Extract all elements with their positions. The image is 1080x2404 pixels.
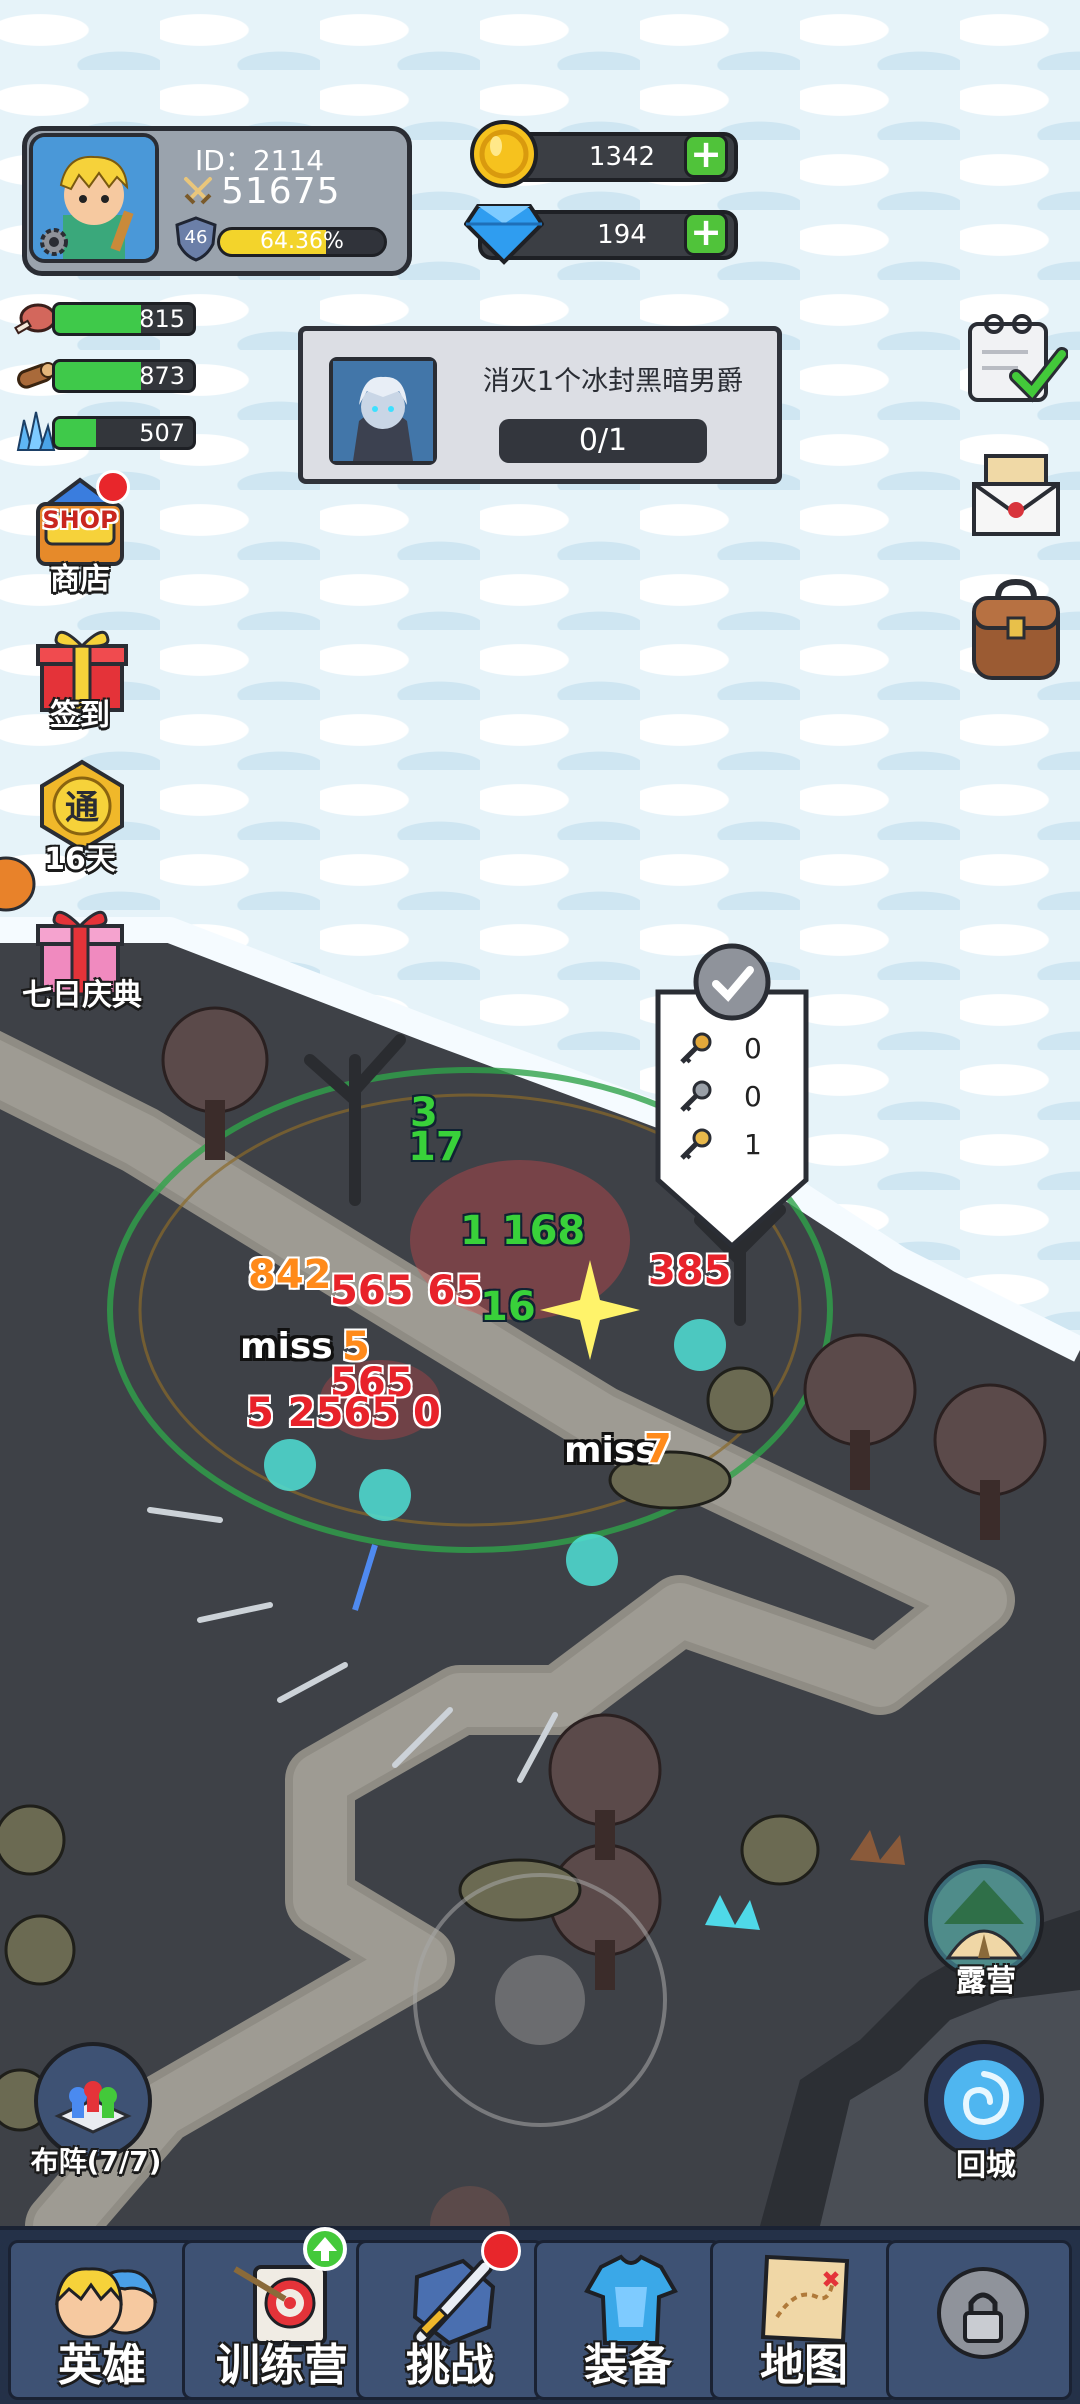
player-info-panel[interactable]: ID：2114 51675 46 64.36% bbox=[22, 126, 412, 276]
nav-locked[interactable] bbox=[886, 2240, 1072, 2400]
damage-number: 385 bbox=[648, 1248, 732, 1294]
pass-badge-text: 通 bbox=[65, 788, 99, 828]
nav-training[interactable]: 训练营 bbox=[182, 2227, 382, 2400]
mail-icon[interactable] bbox=[970, 450, 1062, 540]
seven-day-label[interactable]: 七日庆典 bbox=[0, 970, 164, 1014]
pumpkin-icon bbox=[0, 856, 36, 912]
return-city-label[interactable]: 回城 bbox=[924, 2140, 1048, 2184]
miss-text: miss bbox=[240, 1326, 333, 1367]
quest-boss-portrait bbox=[329, 357, 437, 465]
nav-training-label: 训练营 bbox=[216, 2340, 348, 2391]
damage-number: 842 bbox=[248, 1252, 332, 1298]
camp-label[interactable]: 露营 bbox=[924, 1956, 1048, 2000]
nav-equipment-label: 装备 bbox=[584, 2340, 672, 2391]
nav-challenge-label: 挑战 bbox=[406, 2340, 494, 2391]
task-checklist-icon[interactable] bbox=[964, 312, 1069, 408]
combat-power: 51675 bbox=[221, 171, 341, 212]
damage-number: 1 168 bbox=[460, 1208, 586, 1254]
meat-bar: 815 bbox=[52, 302, 196, 336]
dark-baron-icon bbox=[333, 361, 433, 461]
nav-map-label: 地图 bbox=[760, 2340, 848, 2391]
miss-text: miss bbox=[564, 1430, 657, 1471]
exp-percent: 64.36% bbox=[260, 229, 344, 254]
diamond-icon bbox=[463, 200, 545, 266]
silver-key-icon bbox=[678, 1080, 712, 1114]
crystal-amount: 507 bbox=[139, 419, 185, 447]
crystal-icon bbox=[10, 410, 58, 454]
damage-number: 7 bbox=[644, 1426, 672, 1472]
wood-amount: 873 bbox=[139, 362, 185, 390]
nav-equipment[interactable]: 装备 bbox=[534, 2240, 722, 2400]
shop-badge-text: SHOP bbox=[42, 506, 118, 534]
add-diamond-button[interactable]: + bbox=[684, 212, 728, 256]
quest-panel[interactable]: 消灭1个冰封黑暗男爵 0/1 bbox=[298, 326, 782, 484]
wood-fill bbox=[55, 362, 141, 390]
pass-days-label[interactable]: 16天 bbox=[20, 834, 140, 878]
wood-bar: 873 bbox=[52, 359, 196, 393]
nav-map[interactable]: 地图 bbox=[710, 2240, 898, 2400]
gold-key-count: 0 bbox=[744, 1032, 762, 1065]
damage-number: 17 bbox=[408, 1124, 464, 1170]
crossed-swords-icon bbox=[182, 175, 214, 207]
damage-number: 565 65 bbox=[330, 1268, 484, 1314]
nav-hero-label: 英雄 bbox=[58, 2340, 146, 2391]
gold-coin-icon bbox=[468, 118, 540, 190]
meat-fill bbox=[55, 305, 141, 333]
upgrade-arrow-icon bbox=[303, 2227, 347, 2271]
formation-label[interactable]: 布阵(7/7) bbox=[18, 2140, 174, 2180]
bronze-key-icon bbox=[678, 1128, 712, 1162]
bottom-navigation: 英雄 训练营 挑战 装备 地图 bbox=[0, 2226, 1080, 2404]
locked-elephant-icon bbox=[937, 2267, 1029, 2359]
player-level: 46 bbox=[184, 227, 208, 248]
bronze-key-count: 1 bbox=[744, 1128, 762, 1161]
gold-key-icon bbox=[678, 1032, 712, 1066]
damage-number: 5 bbox=[342, 1324, 370, 1370]
settings-gear-icon[interactable] bbox=[37, 225, 71, 259]
add-gold-button[interactable]: + bbox=[684, 134, 728, 178]
checkin-label[interactable]: 签到 bbox=[20, 690, 140, 734]
meat-amount: 815 bbox=[139, 305, 185, 333]
shop-notification-dot bbox=[96, 470, 130, 504]
backpack-icon[interactable] bbox=[968, 578, 1064, 682]
quest-progress: 0/1 bbox=[499, 419, 707, 463]
nav-hero[interactable]: 英雄 bbox=[8, 2240, 196, 2400]
exp-bar: 64.36% bbox=[217, 227, 387, 257]
damage-number: 16 bbox=[480, 1284, 536, 1330]
quest-title: 消灭1个冰封黑暗男爵 bbox=[482, 366, 744, 397]
player-avatar[interactable] bbox=[29, 133, 159, 263]
shop-label[interactable]: 商店 bbox=[20, 554, 140, 598]
crystal-bar: 507 bbox=[52, 416, 196, 450]
nav-challenge[interactable]: 挑战 bbox=[356, 2231, 544, 2400]
crystal-fill bbox=[55, 419, 97, 447]
challenge-notification-dot bbox=[481, 2231, 521, 2271]
silver-key-count: 0 bbox=[744, 1080, 762, 1113]
damage-number: 5 2565 0 bbox=[246, 1390, 441, 1436]
key-counter-panel: 0 0 1 bbox=[654, 940, 810, 1250]
